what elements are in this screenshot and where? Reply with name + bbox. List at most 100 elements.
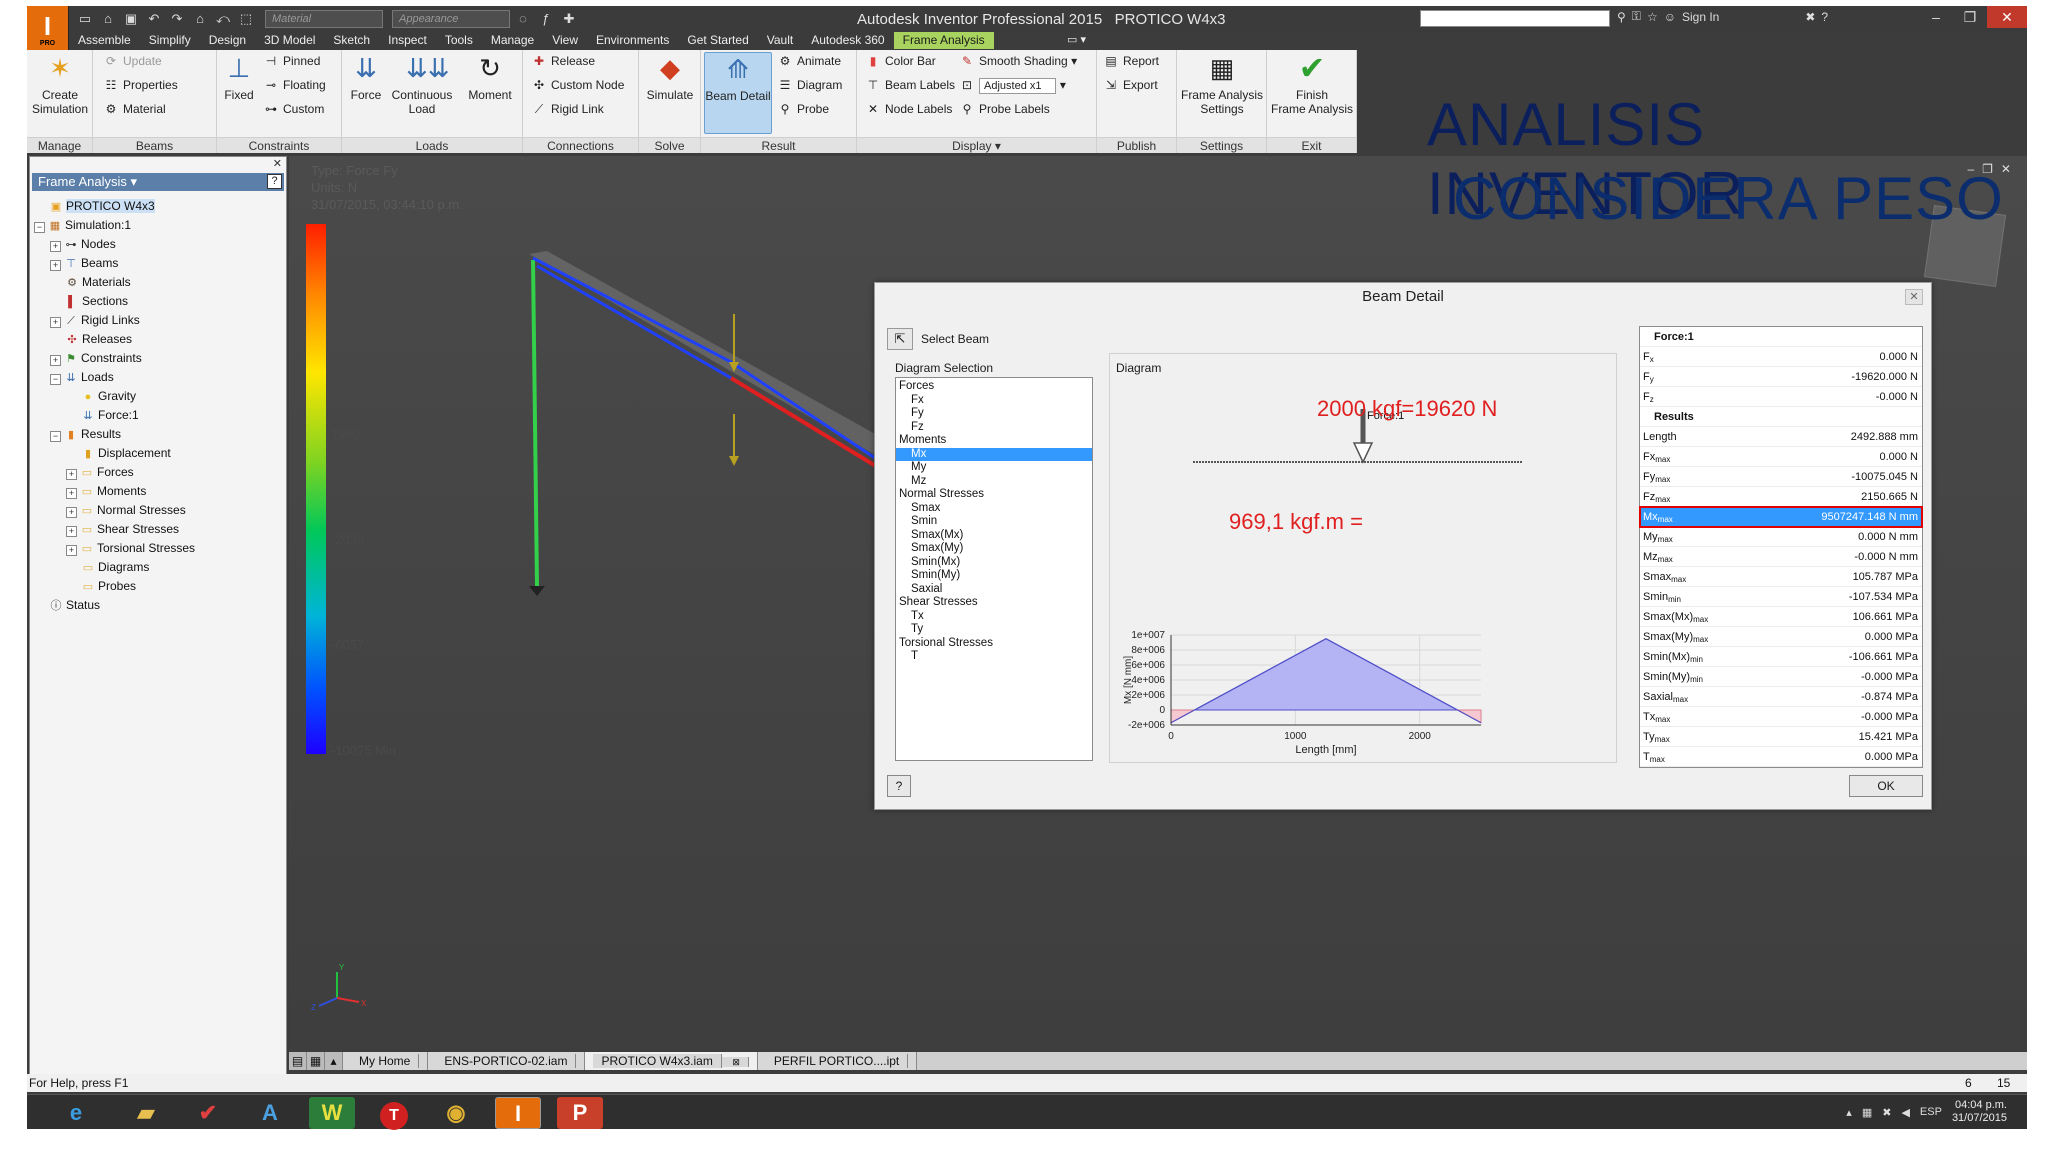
export-button[interactable]: ⇲ Export [1103, 76, 1158, 94]
new-icon[interactable]: ▭ [75, 10, 95, 28]
properties-button[interactable]: ☷ Properties [103, 76, 178, 94]
save-icon[interactable]: ▣ [121, 10, 141, 28]
appearance-combo[interactable]: Appearance [392, 10, 510, 28]
browser-node-gravity[interactable]: ● Gravity [34, 387, 284, 406]
diagram-item-tx[interactable]: Tx [896, 610, 1092, 624]
close-button[interactable]: ✕ [1987, 6, 2027, 28]
expand-icon[interactable]: + [66, 469, 77, 480]
browser-node-shear-stresses[interactable]: + ▭ Shear Stresses [34, 520, 284, 539]
autocad-icon[interactable]: A [247, 1097, 293, 1129]
ribbon-tab-simplify[interactable]: Simplify [140, 32, 200, 49]
continuous-load-button[interactable]: ⇊⇊ Continuous Load [386, 52, 458, 116]
ribbon-tab-autodesk-360[interactable]: Autodesk 360 [802, 32, 893, 49]
diagram-item-fy[interactable]: Fy [896, 407, 1092, 421]
fixed-button[interactable]: ⊥ Fixed [219, 52, 259, 102]
binoculars-icon[interactable]: ⚲ [1617, 10, 1626, 24]
pinned-button[interactable]: ⊣ Pinned [263, 52, 321, 70]
diagram-item-fx[interactable]: Fx [896, 394, 1092, 408]
diagram-item-saxial[interactable]: Saxial [896, 583, 1092, 597]
result-row[interactable]: Fx 0.000 N [1640, 347, 1922, 367]
expand-icon[interactable]: + [66, 507, 77, 518]
floating-button[interactable]: ⊸ Floating [263, 76, 326, 94]
diagram-item-my[interactable]: My [896, 461, 1092, 475]
diagram-item-fz[interactable]: Fz [896, 421, 1092, 435]
redo-icon[interactable]: ↷ [167, 10, 187, 28]
expand-icon[interactable]: + [66, 545, 77, 556]
ribbon-tab-options[interactable]: ▭ ▾ [1067, 33, 1086, 46]
ok-button[interactable]: OK [1849, 775, 1923, 797]
probe-button[interactable]: ⚲ Probe [777, 100, 829, 118]
release-button[interactable]: ✚ Release [531, 52, 595, 70]
update-button[interactable]: ⟳ Update [103, 52, 162, 70]
moment-button[interactable]: ↻ Moment [462, 52, 518, 102]
clock[interactable]: 04:04 p.m. 31/07/2015 [1952, 1099, 2007, 1125]
create-simulation-button[interactable]: ✶ Create Simulation [29, 52, 91, 116]
dialog-help-button[interactable]: ? [887, 775, 911, 797]
diagram-item-moments[interactable]: Moments [896, 434, 1092, 448]
ribbon-tab-frame-analysis[interactable]: Frame Analysis [893, 32, 994, 49]
node-labels-button[interactable]: ✕ Node Labels [865, 100, 952, 118]
collapse-icon[interactable]: − [34, 222, 45, 233]
result-row[interactable]: Txmax -0.000 MPa [1640, 707, 1922, 727]
ribbon-tab-3d-model[interactable]: 3D Model [255, 32, 324, 49]
browser-close-icon[interactable]: ✕ [273, 157, 282, 170]
file-explorer-icon[interactable]: ▰ [123, 1097, 169, 1129]
browser-node-results[interactable]: − ▮ Results [34, 425, 284, 444]
inventor-taskbar-icon[interactable]: I [495, 1097, 541, 1129]
maximize-button[interactable]: ❐ [1953, 6, 1987, 28]
custom-node-button[interactable]: ✣ Custom Node [531, 76, 624, 94]
browser-node-nodes[interactable]: + ⊶ Nodes [34, 235, 284, 254]
dialog-close-button[interactable]: ✕ [1905, 289, 1923, 305]
expand-icon[interactable]: + [50, 260, 61, 271]
diagram-item-smax[interactable]: Smax [896, 502, 1092, 516]
help-search-input[interactable] [1420, 10, 1610, 27]
browser-node-normal-stresses[interactable]: + ▭ Normal Stresses [34, 501, 284, 520]
diagram-item-smin-my-[interactable]: Smin(My) [896, 569, 1092, 583]
diagram-item-t[interactable]: T [896, 650, 1092, 664]
ribbon-tab-get-started[interactable]: Get Started [678, 32, 757, 49]
browser-node-rigid-links[interactable]: + ⟋ Rigid Links [34, 311, 284, 330]
diagram-item-normal-stresses[interactable]: Normal Stresses [896, 488, 1092, 502]
open-icon[interactable]: ⌂ [98, 10, 118, 28]
browser-node-forces[interactable]: + ▭ Forces [34, 463, 284, 482]
result-row[interactable]: Tymax 15.421 MPa [1640, 727, 1922, 747]
sign-in-link[interactable]: Sign In [1682, 10, 1719, 24]
report-button[interactable]: ▤ Report [1103, 52, 1159, 70]
result-row[interactable]: Results [1640, 407, 1922, 427]
diagram-item-mz[interactable]: Mz [896, 475, 1092, 489]
material-button[interactable]: ⚙ Material [103, 100, 166, 118]
result-row[interactable]: Length 2492.888 mm [1640, 427, 1922, 447]
browser-node-probes[interactable]: ▭ Probes [34, 577, 284, 596]
result-row[interactable]: Sminmin -107.534 MPa [1640, 587, 1922, 607]
minimize-button[interactable]: – [1919, 6, 1953, 28]
browser-node-simulation-1[interactable]: − ▦ Simulation:1 [34, 216, 284, 235]
browser-node-diagrams[interactable]: ▭ Diagrams [34, 558, 284, 577]
collapse-icon[interactable]: − [50, 431, 61, 442]
diagram-item-torsional-stresses[interactable]: Torsional Stresses [896, 637, 1092, 651]
tile-icon[interactable]: ▤ [289, 1052, 307, 1070]
result-row[interactable]: Fy -19620.000 N [1640, 367, 1922, 387]
inventor-logo[interactable]: I PRO [27, 6, 69, 50]
ribbon-tab-environments[interactable]: Environments [587, 32, 678, 49]
ribbon-tab-manage[interactable]: Manage [482, 32, 543, 49]
browser-header[interactable]: Frame Analysis ▾ ? [32, 173, 284, 191]
result-row[interactable]: Fymax -10075.045 N [1640, 467, 1922, 487]
result-row[interactable]: Mxmax 9507247.148 N mm [1639, 506, 1923, 528]
result-row[interactable]: Fxmax 0.000 N [1640, 447, 1922, 467]
expand-icon[interactable]: + [50, 355, 61, 366]
expand-icon[interactable]: + [50, 241, 61, 252]
material-combo[interactable]: Material [265, 10, 383, 28]
result-row[interactable]: Fzmax 2150.665 N [1640, 487, 1922, 507]
language-indicator[interactable]: ESP [1920, 1106, 1942, 1118]
cascade-icon[interactable]: ▦ [307, 1052, 325, 1070]
displacement-scale-combo[interactable]: ⊡ Adjusted x1 ▾ [959, 76, 1066, 94]
select-beam-button[interactable]: ⇱ [887, 328, 913, 350]
browser-node-force-1[interactable]: ⇊ Force:1 [34, 406, 284, 425]
browser-help-button[interactable]: ? [267, 174, 282, 189]
ribbon-tab-design[interactable]: Design [200, 32, 255, 49]
browser-node-releases[interactable]: ✣ Releases [34, 330, 284, 349]
smooth-shading-button[interactable]: ✎ Smooth Shading ▾ [959, 52, 1077, 70]
result-row[interactable]: Fz -0.000 N [1640, 387, 1922, 407]
diagram-item-smax-mx-[interactable]: Smax(Mx) [896, 529, 1092, 543]
diagram-item-ty[interactable]: Ty [896, 623, 1092, 637]
